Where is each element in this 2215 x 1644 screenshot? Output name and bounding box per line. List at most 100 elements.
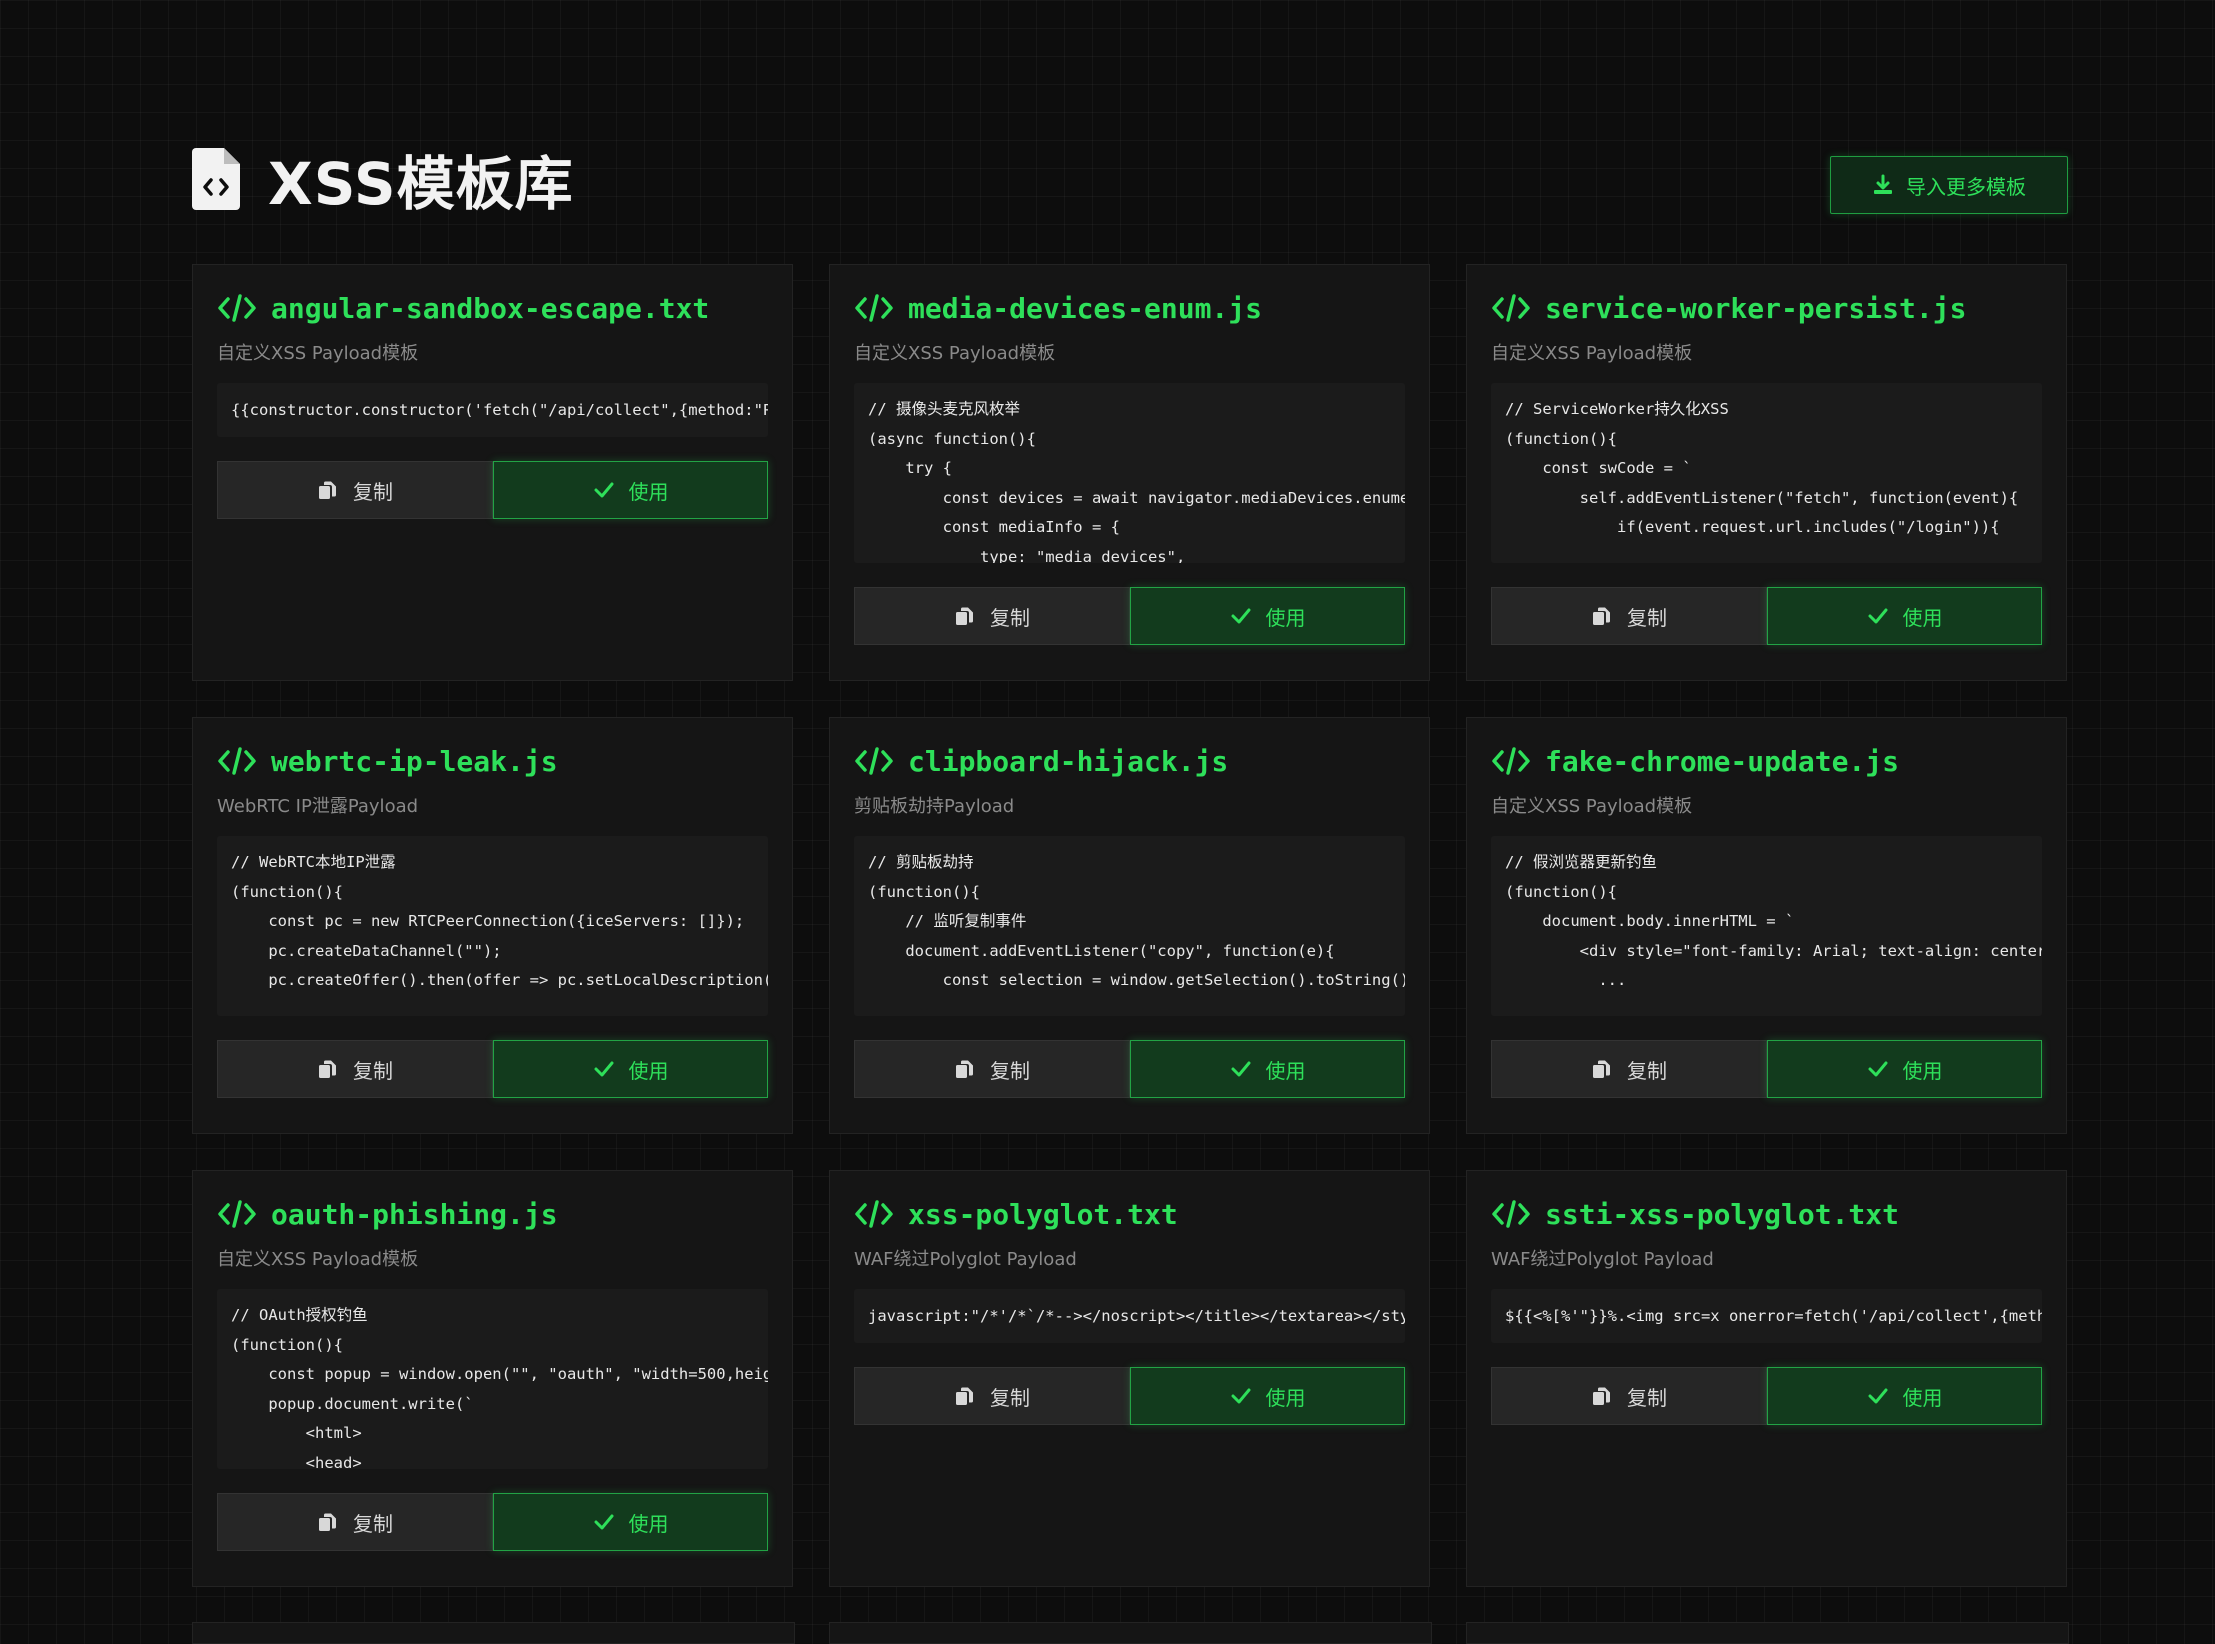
check-icon	[1231, 1061, 1250, 1077]
copy-button[interactable]: 复制	[217, 461, 493, 519]
use-button[interactable]: 使用	[1767, 1040, 2042, 1098]
use-button-label: 使用	[1265, 605, 1306, 630]
use-button-label: 使用	[1902, 1385, 1943, 1410]
card-actions: 复制 使用	[217, 1493, 768, 1551]
template-card: service-worker-persist.js 自定义XSS Payload模…	[1466, 264, 2067, 681]
code-preview: // 剪贴板劫持 (function(){ // 监听复制事件 document…	[854, 836, 1405, 1016]
card-title: xss-polyglot.txt	[854, 1197, 1405, 1231]
copy-button-label: 复制	[990, 1058, 1030, 1083]
file-code-icon	[192, 148, 240, 210]
check-icon	[594, 1061, 613, 1077]
check-icon	[1868, 1061, 1887, 1077]
code-icon	[218, 294, 256, 322]
check-icon	[1868, 1388, 1887, 1404]
card-title: media-devices-enum.js	[854, 291, 1405, 325]
page-title: XSS模板库	[268, 150, 574, 218]
copy-button-label: 复制	[1627, 1058, 1667, 1083]
code-preview: javascript:"/*'/*`/*--></noscript></titl…	[854, 1289, 1405, 1343]
use-button[interactable]: 使用	[1767, 1367, 2042, 1425]
copy-icon	[956, 1060, 973, 1078]
copy-icon	[319, 1513, 336, 1531]
use-button-label: 使用	[1902, 1058, 1943, 1083]
code-icon	[218, 1200, 256, 1228]
use-button[interactable]: 使用	[1130, 1367, 1405, 1425]
copy-icon	[1593, 607, 1610, 625]
template-name: service-worker-persist.js	[1545, 291, 1967, 325]
copy-icon	[319, 1060, 336, 1078]
code-icon	[1492, 747, 1530, 775]
template-grid: angular-sandbox-escape.txt 自定义XSS Payload…	[192, 264, 2068, 1587]
card-title: angular-sandbox-escape.txt	[217, 291, 768, 325]
code-icon	[1492, 294, 1530, 322]
code-icon	[855, 294, 893, 322]
code-icon	[1492, 1200, 1530, 1228]
card-actions: 复制 使用	[854, 587, 1405, 645]
check-icon	[1231, 1388, 1250, 1404]
use-button[interactable]: 使用	[1767, 587, 2042, 645]
card-partial	[829, 1622, 1432, 1644]
use-button-label: 使用	[628, 1511, 669, 1536]
template-name: clipboard-hijack.js	[908, 744, 1229, 778]
template-name: angular-sandbox-escape.txt	[271, 291, 710, 325]
copy-icon	[1593, 1060, 1610, 1078]
copy-button-label: 复制	[353, 479, 393, 504]
template-card: clipboard-hijack.js 剪贴板劫持Payload // 剪贴板劫持 …	[829, 717, 1430, 1134]
use-button[interactable]: 使用	[493, 1040, 768, 1098]
title-group: XSS模板库	[192, 144, 574, 218]
use-button[interactable]: 使用	[493, 461, 768, 519]
code-icon	[218, 747, 256, 775]
copy-button[interactable]: 复制	[854, 1367, 1130, 1425]
card-title: clipboard-hijack.js	[854, 744, 1405, 778]
card-title: webrtc-ip-leak.js	[217, 744, 768, 778]
template-description: 剪贴板劫持Payload	[854, 796, 1015, 817]
use-button[interactable]: 使用	[1130, 587, 1405, 645]
template-name: xss-polyglot.txt	[908, 1197, 1178, 1231]
copy-button[interactable]: 复制	[1491, 1040, 1767, 1098]
code-preview: ${{<%[%'"}}%.<img src=x onerror=fetch('/…	[1491, 1289, 2042, 1343]
copy-icon	[1593, 1387, 1610, 1405]
template-card: oauth-phishing.js 自定义XSS Payload模板 // OAut…	[192, 1170, 793, 1587]
card-actions: 复制 使用	[1491, 1040, 2042, 1098]
copy-button[interactable]: 复制	[854, 587, 1130, 645]
copy-icon	[956, 1387, 973, 1405]
template-name: media-devices-enum.js	[908, 291, 1263, 325]
code-preview: // ServiceWorker持久化XSS (function(){ cons…	[1491, 383, 2042, 563]
template-name: ssti-xss-polyglot.txt	[1545, 1197, 1900, 1231]
template-description: WAF绕过Polyglot Payload	[1491, 1249, 1714, 1270]
use-button-label: 使用	[628, 479, 669, 504]
card-actions: 复制 使用	[854, 1367, 1405, 1425]
check-icon	[594, 1514, 613, 1530]
copy-button[interactable]: 复制	[217, 1040, 493, 1098]
card-actions: 复制 使用	[217, 461, 768, 519]
code-preview: {{constructor.constructor('fetch("/api/c…	[217, 383, 768, 437]
card-actions: 复制 使用	[217, 1040, 768, 1098]
card-partial	[1466, 1622, 2069, 1644]
template-description: WebRTC IP泄露Payload	[217, 796, 419, 817]
card-title: service-worker-persist.js	[1491, 291, 2042, 325]
card-actions: 复制 使用	[1491, 1367, 2042, 1425]
use-button[interactable]: 使用	[493, 1493, 768, 1551]
copy-button[interactable]: 复制	[1491, 1367, 1767, 1425]
template-description: WAF绕过Polyglot Payload	[854, 1249, 1077, 1270]
template-description: 自定义XSS Payload模板	[1491, 343, 1693, 364]
card-partial	[192, 1622, 795, 1644]
copy-button[interactable]: 复制	[854, 1040, 1130, 1098]
code-preview: // WebRTC本地IP泄露 (function(){ const pc = …	[217, 836, 768, 1016]
template-description: 自定义XSS Payload模板	[217, 343, 419, 364]
check-icon	[594, 482, 613, 498]
use-button[interactable]: 使用	[1130, 1040, 1405, 1098]
template-name: oauth-phishing.js	[271, 1197, 558, 1231]
copy-button-label: 复制	[353, 1058, 393, 1083]
import-button-label: 导入更多模板	[1906, 174, 2026, 199]
code-preview: // 摄像头麦克风枚举 (async function(){ try { con…	[854, 383, 1405, 563]
check-icon	[1231, 608, 1250, 624]
card-title: fake-chrome-update.js	[1491, 744, 2042, 778]
import-more-templates-button[interactable]: 导入更多模板	[1830, 156, 2068, 214]
card-title: ssti-xss-polyglot.txt	[1491, 1197, 2042, 1231]
check-icon	[1868, 608, 1887, 624]
copy-button[interactable]: 复制	[1491, 587, 1767, 645]
page-header: XSS模板库 导入更多模板	[192, 144, 2068, 224]
card-actions: 复制 使用	[854, 1040, 1405, 1098]
use-button-label: 使用	[1265, 1385, 1306, 1410]
copy-button[interactable]: 复制	[217, 1493, 493, 1551]
